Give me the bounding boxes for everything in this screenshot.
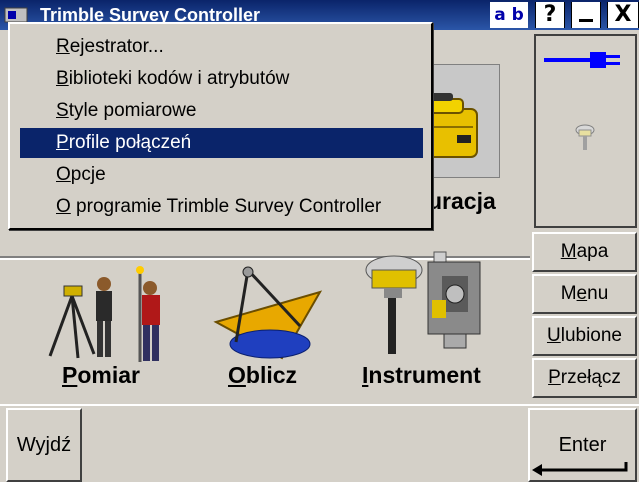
menu-item-label: ejestrator... [69,36,164,57]
menu-item-mnemonic: P [56,132,69,153]
dropdown-menu: Rejestrator... Biblioteki kodów i atrybu… [8,22,433,230]
right-panel: Mapa Me nu Ulubione Przełącz [530,30,639,400]
config-label[interactable]: uracja [428,188,496,215]
map-label-post: apa [576,241,609,262]
menu-item-biblioteki[interactable]: Biblioteki kodów i atrybutów [20,64,423,94]
menu-item-label: pcje [70,164,106,185]
instrument-label-rest: nstrument [368,362,481,388]
menu-item-rejestrator[interactable]: Rejestrator... [20,32,423,62]
menu-item-label: rofile połączeń [68,132,192,153]
enter-arrow-icon [532,462,628,476]
minimize-icon [579,19,593,22]
instrument-label[interactable]: Instrument [362,362,481,389]
instrument-tile[interactable] [362,248,492,358]
menu-label-pre: M [560,283,577,304]
switch-label-post: rzełącz [560,367,621,388]
screen: Trimble Survey Controller a b ? X uracja [0,0,639,482]
measure-label-rest: omiar [77,362,140,388]
menu-item-mnemonic: S [56,100,69,121]
input-mode-indicator[interactable]: a b [490,2,528,28]
surveyors-icon [48,266,160,362]
compute-mnemonic: O [228,362,246,388]
compute-tile[interactable] [208,266,328,366]
close-button[interactable]: X [607,2,639,28]
map-button[interactable]: Mapa [532,232,637,272]
measure-mnemonic: P [62,362,78,388]
menu-item-mnemonic: O [56,164,71,185]
measure-label[interactable]: Pomiar [62,362,140,389]
compute-label[interactable]: Oblicz [228,362,297,389]
switch-button[interactable]: Przełącz [532,358,637,398]
enter-label: Enter [558,433,607,456]
compass-triangle-icon [213,266,323,360]
enter-button[interactable]: Enter [528,408,637,482]
switch-mnemonic: P [548,367,561,388]
minimize-button[interactable] [571,2,601,28]
menu-item-style[interactable]: Style pomiarowe [20,96,423,126]
power-plug-icon [544,52,620,68]
status-box [534,34,637,228]
bottom-bar: Wyjdź Enter [0,404,639,482]
exit-button[interactable]: Wyjdź [6,408,82,482]
instrument-icon [365,251,481,354]
menu-item-profile[interactable]: Profile połączeń [20,128,423,158]
help-button[interactable]: ? [535,2,565,28]
favorites-label-post: lubione [560,325,622,346]
favorites-mnemonic: U [546,325,561,346]
menu-item-opcje[interactable]: Opcje [20,160,423,190]
menu-item-mnemonic: B [56,68,69,89]
menu-item-label: tyle pomiarowe [68,100,197,121]
menu-label-post: nu [587,283,609,304]
menu-item-mnemonic: R [56,36,70,57]
map-mnemonic: M [560,241,577,262]
menu-button[interactable]: Me nu [532,274,637,314]
gps-receiver-icon [575,124,595,150]
menu-item-mnemonic: O [56,196,71,217]
compute-label-rest: blicz [245,362,298,388]
favorites-button[interactable]: Ulubione [532,316,637,356]
menu-item-about[interactable]: O programie Trimble Survey Controller [20,192,423,222]
menu-item-label: programie Trimble Survey Controller [70,196,382,217]
menu-item-label: iblioteki kodów i atrybutów [68,68,290,89]
menu-mnemonic: e [576,283,588,304]
